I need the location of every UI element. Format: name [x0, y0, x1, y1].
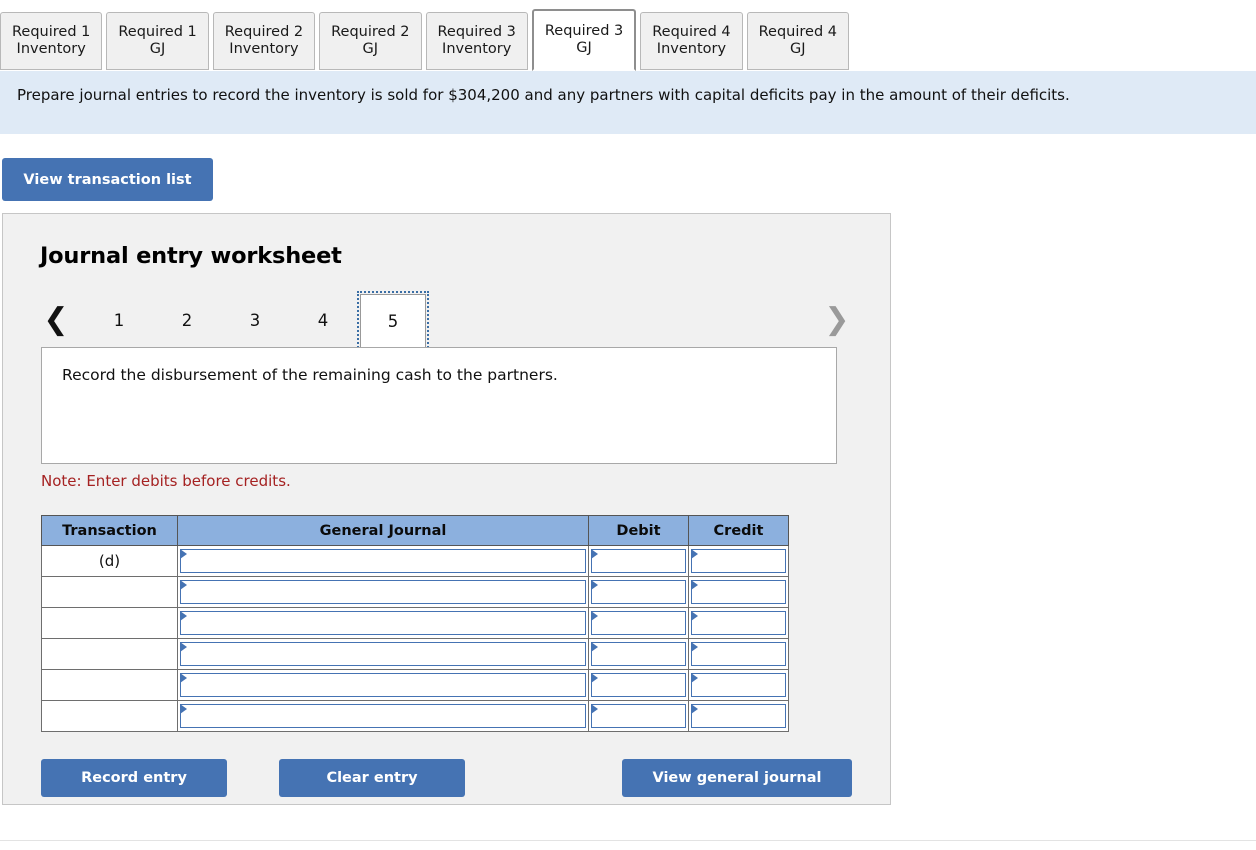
debits-before-credits-note: Note: Enter debits before credits.: [41, 472, 291, 490]
credit-cell[interactable]: [688, 669, 789, 701]
table-row: [41, 669, 789, 701]
tab-label-line1: Required 3: [437, 24, 516, 40]
journal-entry-table: Transaction General Journal Debit Credit…: [41, 515, 789, 732]
tab-required-4-inventory[interactable]: Required 4 Inventory: [640, 12, 743, 70]
page-title: Journal entry worksheet: [40, 243, 342, 269]
pager-page-3[interactable]: 3: [237, 303, 273, 337]
tab-label-line1: Required 4: [652, 24, 731, 40]
credit-cell[interactable]: [688, 607, 789, 639]
required-tabs: Required 1 Inventory Required 1 GJ Requi…: [0, 8, 1256, 71]
general-journal-cell[interactable]: [177, 545, 589, 577]
pager-page-4[interactable]: 4: [305, 303, 341, 337]
tab-label-line2: Inventory: [16, 41, 86, 57]
tab-required-3-inventory[interactable]: Required 3 Inventory: [425, 12, 528, 70]
debit-input[interactable]: [591, 704, 686, 728]
tab-label-line2: Inventory: [656, 41, 727, 57]
general-journal-input[interactable]: [180, 549, 586, 573]
table-row: [41, 607, 789, 639]
entry-description-text: Record the disbursement of the remaining…: [62, 366, 558, 384]
tab-label-line1: Required 4: [758, 24, 837, 40]
table-row: [41, 700, 789, 732]
journal-entry-worksheet-panel: Journal entry worksheet ❮ 1 2 3 4 5 ❯ Re…: [2, 213, 891, 805]
transaction-label: [41, 607, 178, 639]
tab-label-line2: Inventory: [229, 41, 299, 57]
debit-cell[interactable]: [588, 669, 689, 701]
tab-required-4-gj[interactable]: Required 4 GJ: [746, 12, 849, 70]
tab-label-line2: GJ: [576, 40, 592, 56]
table-header-row: Transaction General Journal Debit Credit: [41, 515, 789, 546]
column-header-debit: Debit: [588, 515, 689, 546]
debit-input[interactable]: [591, 549, 686, 573]
general-journal-cell[interactable]: [177, 669, 589, 701]
tab-label-line1: Required 2: [331, 24, 410, 40]
pager-page-5[interactable]: 5: [357, 291, 429, 352]
debit-input[interactable]: [591, 673, 686, 697]
column-header-transaction: Transaction: [41, 515, 178, 546]
credit-cell[interactable]: [688, 545, 789, 577]
column-header-general-journal: General Journal: [177, 515, 589, 546]
transaction-label: [41, 700, 178, 732]
tab-label-line1: Required 1: [118, 24, 197, 40]
general-journal-input[interactable]: [180, 673, 586, 697]
worksheet-pager: ❮ 1 2 3 4 5 ❯: [39, 289, 854, 352]
credit-input[interactable]: [691, 704, 786, 728]
debit-cell[interactable]: [588, 700, 689, 732]
chevron-left-icon[interactable]: ❮: [39, 289, 73, 351]
tab-label-line2: GJ: [362, 41, 379, 57]
tab-label-line1: Required 2: [224, 24, 304, 40]
tab-label-line1: Required 3: [544, 23, 624, 39]
transaction-label: (d): [41, 545, 178, 577]
debit-input[interactable]: [591, 611, 686, 635]
instruction-banner: Prepare journal entries to record the in…: [0, 71, 1256, 134]
general-journal-cell[interactable]: [177, 638, 589, 670]
debit-input[interactable]: [591, 580, 686, 604]
tab-label-line2: GJ: [149, 41, 166, 57]
table-row: [41, 576, 789, 608]
debit-input[interactable]: [591, 642, 686, 666]
tab-required-3-gj[interactable]: Required 3 GJ: [531, 9, 637, 71]
tab-required-1-inventory[interactable]: Required 1 Inventory: [0, 12, 103, 70]
debit-cell[interactable]: [588, 545, 689, 577]
credit-input[interactable]: [691, 642, 786, 666]
general-journal-input[interactable]: [180, 704, 586, 728]
credit-input[interactable]: [691, 673, 786, 697]
tab-label-line2: GJ: [790, 41, 806, 57]
general-journal-cell[interactable]: [177, 607, 589, 639]
credit-input[interactable]: [691, 580, 786, 604]
transaction-label: [41, 638, 178, 670]
tab-label-line2: Inventory: [442, 41, 512, 57]
general-journal-input[interactable]: [180, 642, 586, 666]
tab-required-2-gj[interactable]: Required 2 GJ: [319, 12, 422, 70]
general-journal-cell[interactable]: [177, 576, 589, 608]
general-journal-input[interactable]: [180, 611, 586, 635]
credit-cell[interactable]: [688, 700, 789, 732]
view-general-journal-button[interactable]: View general journal: [622, 759, 852, 797]
clear-entry-button[interactable]: Clear entry: [279, 759, 465, 797]
credit-cell[interactable]: [688, 576, 789, 608]
debit-cell[interactable]: [588, 576, 689, 608]
table-row: (d): [41, 545, 789, 577]
pager-page-1[interactable]: 1: [101, 303, 137, 337]
tab-label-line1: Required 1: [12, 24, 91, 40]
record-entry-button[interactable]: Record entry: [41, 759, 227, 797]
view-transaction-list-button[interactable]: View transaction list: [2, 158, 213, 201]
column-header-credit: Credit: [688, 515, 789, 546]
tab-required-2-inventory[interactable]: Required 2 Inventory: [212, 12, 316, 70]
transaction-label: [41, 576, 178, 608]
chevron-right-icon[interactable]: ❯: [820, 289, 854, 351]
debit-cell[interactable]: [588, 607, 689, 639]
entry-description-box: Record the disbursement of the remaining…: [41, 347, 837, 464]
general-journal-cell[interactable]: [177, 700, 589, 732]
general-journal-input[interactable]: [180, 580, 586, 604]
table-row: [41, 638, 789, 670]
page-bottom-divider: [0, 840, 1256, 841]
credit-input[interactable]: [691, 549, 786, 573]
pager-page-2[interactable]: 2: [169, 303, 205, 337]
credit-input[interactable]: [691, 611, 786, 635]
debit-cell[interactable]: [588, 638, 689, 670]
credit-cell[interactable]: [688, 638, 789, 670]
transaction-label: [41, 669, 178, 701]
tab-required-1-gj[interactable]: Required 1 GJ: [106, 12, 209, 70]
